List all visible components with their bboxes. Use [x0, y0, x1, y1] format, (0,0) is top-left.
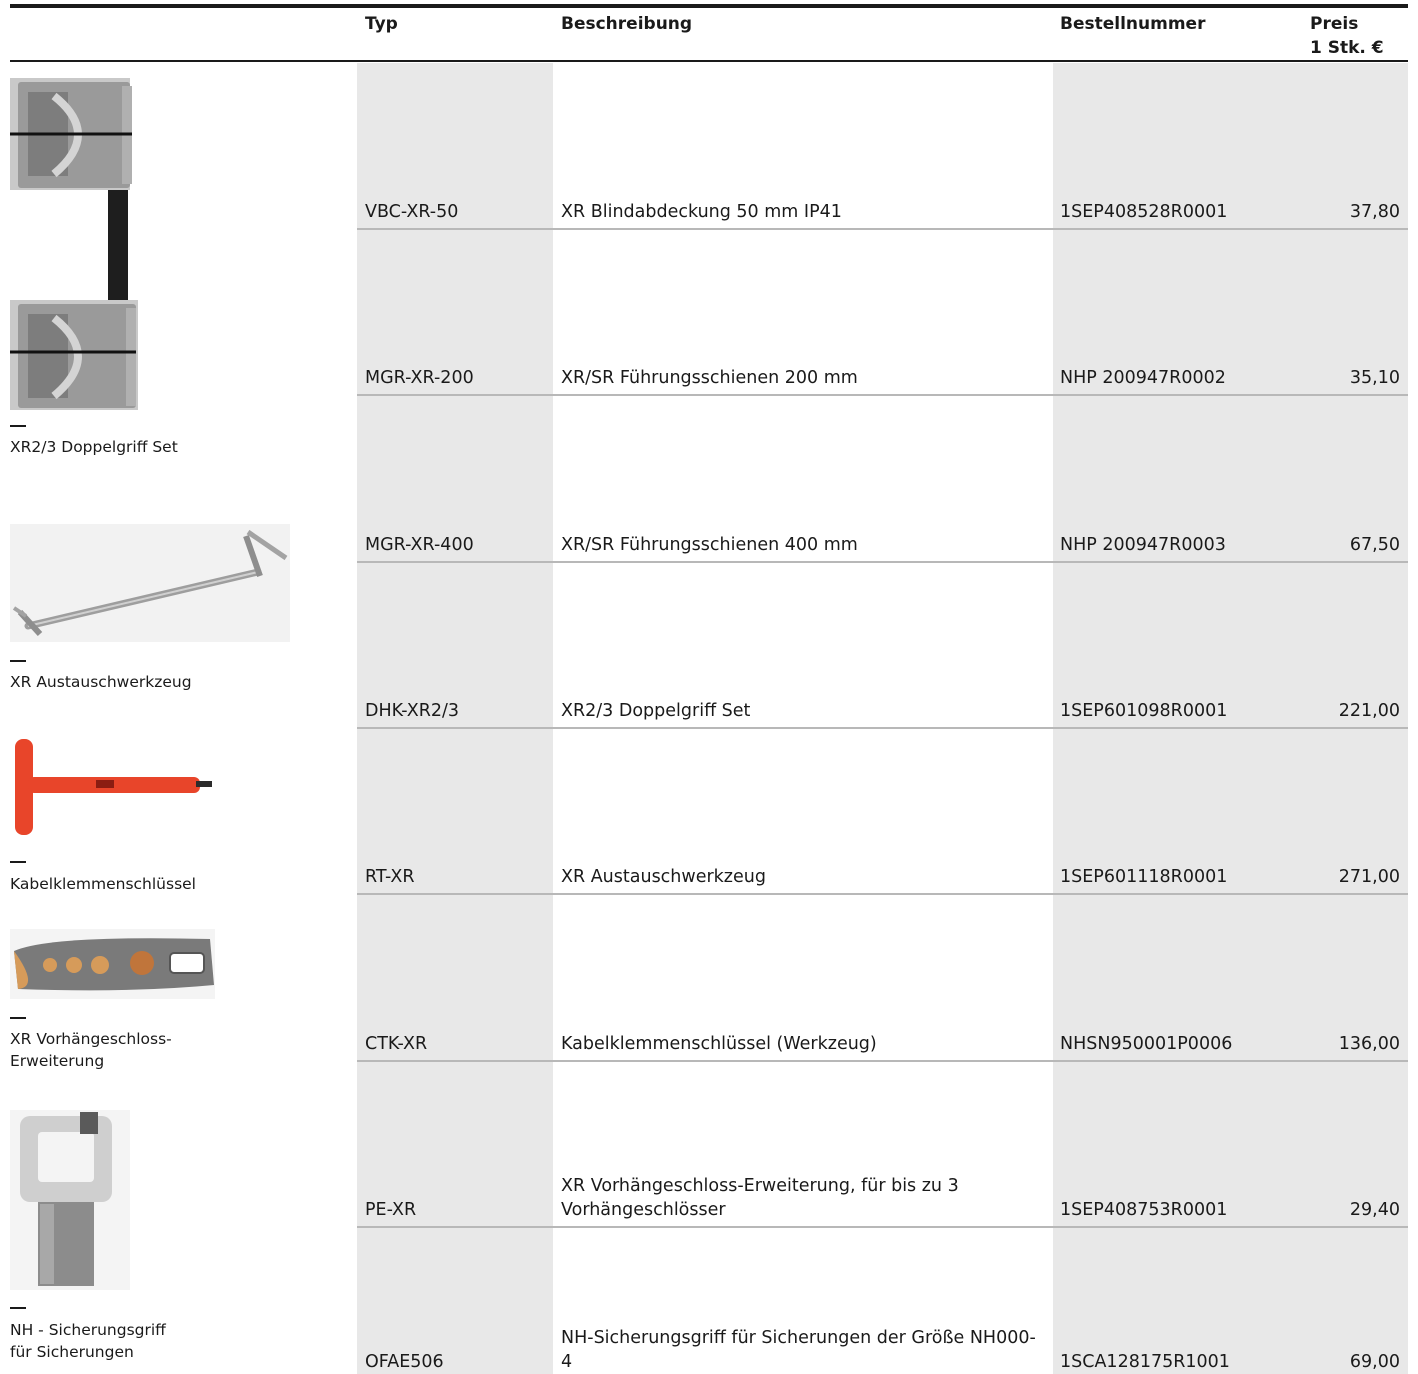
cell-typ: MGR-XR-400 — [365, 535, 474, 555]
caption-austauschwerkzeug: XR Austauschwerkzeug — [10, 673, 192, 691]
table-row: VBC-XR-50 XR Blindabdeckung 50 mm IP41 1… — [357, 64, 1408, 230]
nh-sicherungsgriff-image — [10, 1110, 130, 1290]
cell-preis: 29,40 — [1349, 1200, 1400, 1220]
cell-bestellnummer: 1SEP601118R0001 — [1060, 867, 1228, 887]
table-row: MGR-XR-400 XR/SR Führungsschienen 400 mm… — [357, 397, 1408, 563]
cell-typ: CTK-XR — [365, 1034, 428, 1054]
caption-doppelgriff: XR2/3 Doppelgriff Set — [10, 438, 178, 456]
cell-preis: 37,80 — [1349, 202, 1400, 222]
caption-sicherungsgriff: NH - Sicherungsgriff für Sicherungen — [10, 1321, 166, 1361]
table-row: RT-XR XR Austauschwerkzeug 1SEP601118R00… — [357, 729, 1408, 895]
cell-bestellnummer: NHSN950001P0006 — [1060, 1034, 1233, 1054]
cell-beschreibung: XR Blindabdeckung 50 mm IP41 — [561, 202, 842, 222]
cell-typ: RT-XR — [365, 867, 415, 887]
cell-preis: 69,00 — [1349, 1352, 1400, 1372]
table-header-rule — [10, 60, 1408, 62]
vorhaengeschloss-erweiterung-image — [10, 929, 215, 999]
cell-bestellnummer: 1SEP408528R0001 — [1060, 202, 1228, 222]
table-row: CTK-XR Kabelklemmenschlüssel (Werkzeug) … — [357, 896, 1408, 1062]
cell-beschreibung: NH-Sicherungsgriff für Sicherungen der G… — [561, 1328, 1036, 1372]
header-preis: Preis 1 Stk. € — [1310, 12, 1384, 60]
cell-preis: 136,00 — [1338, 1034, 1400, 1054]
austauschwerkzeug-image — [10, 524, 290, 642]
cell-beschreibung: XR/SR Führungsschienen 200 mm — [561, 368, 858, 388]
cell-typ: OFAE506 — [365, 1352, 444, 1372]
row-divider — [357, 394, 1408, 396]
table-row: MGR-XR-200 XR/SR Führungsschienen 200 mm… — [357, 230, 1408, 396]
cell-bestellnummer: 1SEP601098R0001 — [1060, 701, 1228, 721]
table-top-rule — [10, 4, 1408, 8]
cell-typ: MGR-XR-200 — [365, 368, 474, 388]
caption-vorhaengeschloss: XR Vorhängeschloss- Erweiterung — [10, 1030, 172, 1070]
header-bestellnummer: Bestellnummer — [1060, 14, 1206, 34]
cell-typ: PE-XR — [365, 1200, 417, 1220]
cell-preis: 221,00 — [1338, 701, 1400, 721]
cell-preis: 271,00 — [1338, 867, 1400, 887]
doppelgriff-set-image — [10, 78, 138, 410]
caption-dash — [10, 660, 26, 662]
caption-dash — [10, 861, 26, 863]
cell-bestellnummer: NHP 200947R0003 — [1060, 535, 1226, 555]
caption-kabelklemmenschluessel: Kabelklemmenschlüssel — [10, 875, 196, 893]
cell-typ: VBC-XR-50 — [365, 202, 459, 222]
row-divider — [357, 893, 1408, 895]
header-beschreibung: Beschreibung — [561, 14, 693, 34]
table-row: PE-XR XR Vorhängeschloss-Erweiterung, fü… — [357, 1062, 1408, 1228]
cell-bestellnummer: 1SCA128175R1001 — [1060, 1352, 1230, 1372]
cell-beschreibung: Kabelklemmenschlüssel (Werkzeug) — [561, 1034, 877, 1054]
cell-preis: 67,50 — [1349, 535, 1400, 555]
cell-bestellnummer: NHP 200947R0002 — [1060, 368, 1226, 388]
cell-beschreibung: XR/SR Führungsschienen 400 mm — [561, 535, 858, 555]
caption-dash — [10, 1017, 26, 1019]
header-typ: Typ — [365, 14, 398, 34]
cell-preis: 35,10 — [1349, 368, 1400, 388]
header-preis-label: Preis — [1310, 14, 1359, 34]
cell-typ: DHK-XR2/3 — [365, 701, 460, 721]
table-row: OFAE506 NH-Sicherungsgriff für Sicherung… — [357, 1228, 1408, 1374]
cell-beschreibung: XR Austauschwerkzeug — [561, 867, 766, 887]
cell-beschreibung: XR2/3 Doppelgriff Set — [561, 701, 751, 721]
caption-dash — [10, 1307, 26, 1309]
cell-beschreibung: XR Vorhängeschloss-Erweiterung, für bis … — [561, 1176, 959, 1220]
cell-bestellnummer: 1SEP408753R0001 — [1060, 1200, 1228, 1220]
caption-dash — [10, 425, 26, 427]
table-row: DHK-XR2/3 XR2/3 Doppelgriff Set 1SEP6010… — [357, 563, 1408, 729]
header-preis-unit: 1 Stk. € — [1310, 38, 1384, 58]
kabelklemmenschluessel-image — [15, 739, 212, 835]
